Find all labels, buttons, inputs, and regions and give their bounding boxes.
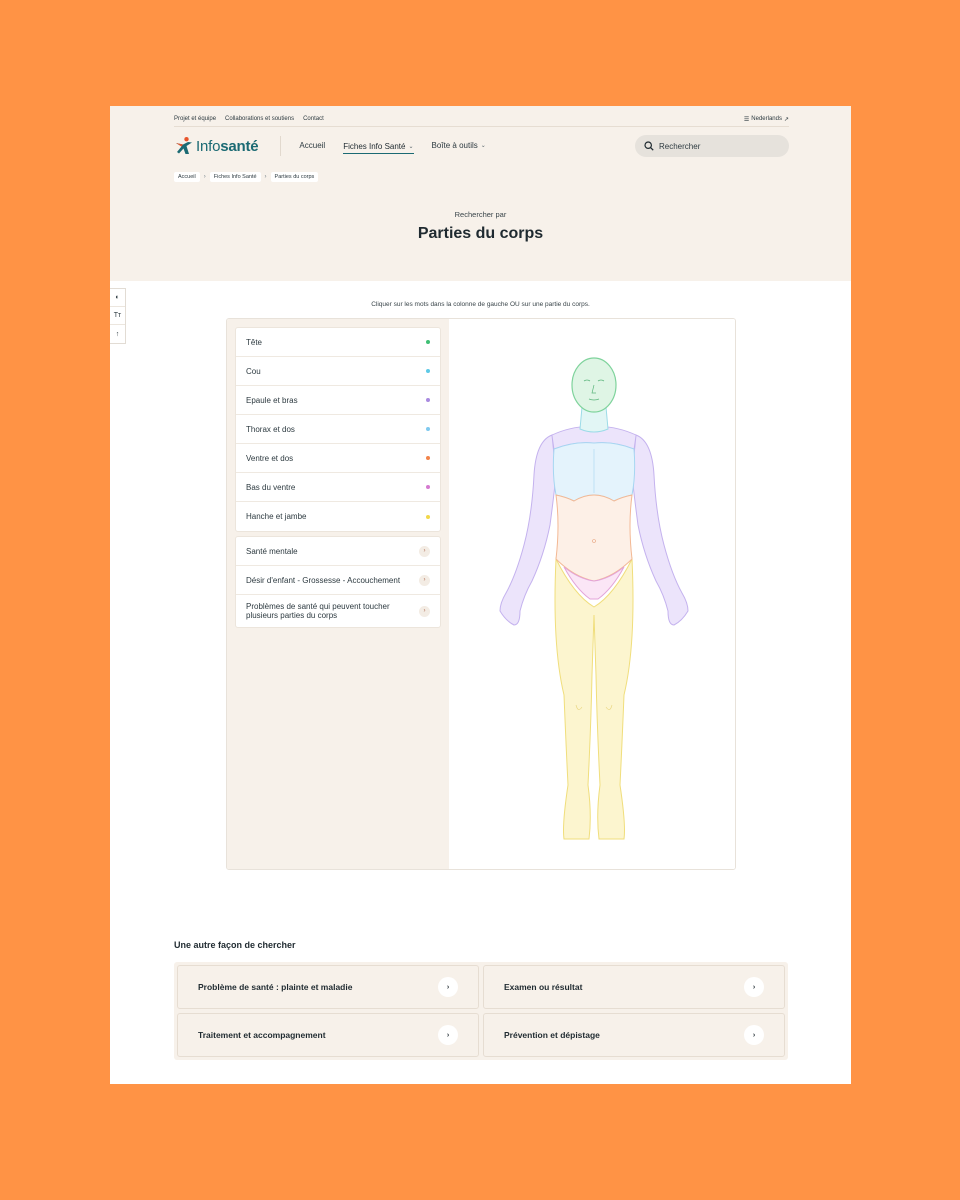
page-title: Parties du corps [417,225,544,242]
nav-boite-a-outils[interactable]: Boîte à outils ⌄ [432,141,486,152]
top-bar: Projet et équipe Collaborations et souti… [174,113,789,125]
accessibility-tools: ◐ Tт ↑ [110,288,126,344]
external-link-icon: ↗ [783,116,789,123]
body-region-bras-gauche[interactable] [499,434,557,626]
topbar-link-contact[interactable]: Contact [303,116,324,122]
language-label: Nederlands [751,116,782,122]
dot-icon [426,485,430,489]
nav-accueil[interactable]: Accueil [299,141,325,152]
body-part-cou[interactable]: Cou [236,357,440,386]
other-search-cards: Problème de santé : plainte et maladie › … [174,962,788,1060]
topbar-link-projet[interactable]: Projet et équipe [174,116,216,122]
hero-subtitle: Rechercher par [454,210,507,219]
body-part-epaule-bras[interactable]: Epaule et bras [236,386,440,415]
search-input[interactable]: Rechercher [635,135,789,157]
breadcrumb-accueil[interactable]: Accueil [174,172,200,182]
search-icon [644,141,654,151]
breadcrumb-current: Parties du corps [270,172,319,182]
chevron-right-icon: › [264,174,267,180]
body-part-list: Tête Cou Epaule et bras Thorax et dos Ve… [227,319,449,869]
body-part-ventre-dos[interactable]: Ventre et dos [236,444,440,473]
topbar-link-collaborations[interactable]: Collaborations et soutiens [225,116,294,122]
body-region-bras-droit[interactable] [631,434,689,626]
body-part-bas-ventre[interactable]: Bas du ventre [236,473,440,502]
body-explorer: Tête Cou Epaule et bras Thorax et dos Ve… [226,318,736,870]
chevron-right-icon: › [203,174,206,180]
logo-figure-icon [176,137,192,154]
card-examen-resultat[interactable]: Examen ou résultat › [483,965,785,1009]
chevron-right-icon: › [438,1025,458,1045]
chevron-right-icon: › [419,605,430,617]
dot-icon [426,398,430,402]
main-nav: Infosanté Accueil Fiches Info Santé ⌄ Boî… [174,133,789,159]
logo-text: Infosanté [196,137,259,155]
text-size-icon[interactable]: Tт [110,307,125,325]
body-region-hanche-jambe[interactable] [554,557,634,840]
search-placeholder: Rechercher [659,141,701,151]
hero-section: Projet et équipe Collaborations et souti… [110,106,851,281]
card-traitement[interactable]: Traitement et accompagnement › [177,1013,479,1057]
dot-icon [426,427,430,431]
body-part-hanche-jambe[interactable]: Hanche et jambe [236,502,440,531]
body-part-thorax-dos[interactable]: Thorax et dos [236,415,440,444]
menu-lines-icon: ☰ [743,116,750,123]
card-probleme-sante[interactable]: Problème de santé : plainte et maladie › [177,965,479,1009]
topics-group: Santé mentale › Désir d'enfant - Grossess… [235,536,441,628]
chevron-down-icon: ⌄ [480,142,486,149]
chevron-right-icon: › [744,977,764,997]
topic-grossesse[interactable]: Désir d'enfant - Grossesse - Accouchemen… [236,566,440,595]
instruction-text: Cliquer sur les mots dans la colonne de … [371,301,590,308]
dot-icon [426,514,430,519]
breadcrumb: Accueil › Fiches Info Santé › Parties du… [174,172,319,182]
nav-fiches-info-sante[interactable]: Fiches Info Santé ⌄ [343,142,414,154]
language-switch[interactable]: ☰ Nederlands ↗ [744,116,789,123]
page: Projet et équipe Collaborations et souti… [110,106,851,1084]
body-part-tete[interactable]: Tête [236,328,440,357]
chevron-down-icon: ⌄ [408,144,414,150]
topic-sante-mentale[interactable]: Santé mentale › [236,537,440,566]
nav-divider [280,136,282,156]
chevron-right-icon: › [438,977,458,997]
logo[interactable]: Infosanté [174,136,259,156]
card-prevention[interactable]: Prévention et dépistage › [483,1013,785,1057]
divider [174,126,789,127]
chevron-right-icon: › [744,1025,764,1045]
chevron-right-icon: › [419,574,430,586]
back-to-top-icon[interactable]: ↑ [110,325,125,343]
chevron-right-icon: › [419,545,430,557]
body-parts-group: Tête Cou Epaule et bras Thorax et dos Ve… [235,327,441,532]
dot-icon [426,340,430,344]
topic-plusieurs-parties[interactable]: Problèmes de santé qui peuvent toucher p… [236,595,440,627]
body-figure [499,357,689,840]
breadcrumb-fiches[interactable]: Fiches Info Santé [209,172,261,182]
other-search-title: Une autre façon de chercher [174,940,296,950]
body-region-ventre[interactable] [555,494,633,582]
body-figure-area [449,319,735,869]
dot-icon [426,456,430,460]
dot-icon [426,369,430,373]
